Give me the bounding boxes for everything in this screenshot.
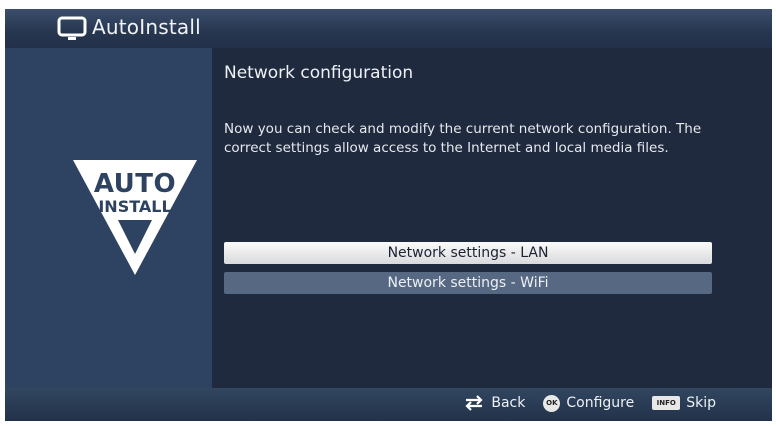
logo-line-2: INSTALL <box>98 197 171 216</box>
back-label[interactable]: Back <box>491 395 525 411</box>
footer-hints: Back OK Configure INFO Skip <box>463 394 716 412</box>
app-title: AutoInstall <box>92 15 201 39</box>
network-settings-wifi-button[interactable]: Network settings - WiFi <box>224 272 712 294</box>
page-title: Network configuration <box>224 63 414 83</box>
ok-button-icon[interactable]: OK <box>543 394 561 412</box>
header-bar: AutoInstall <box>5 9 772 48</box>
configure-label[interactable]: Configure <box>566 395 634 411</box>
left-panel: AUTO INSTALL <box>5 48 212 388</box>
footer-bar: Back OK Configure INFO Skip <box>5 388 772 421</box>
description-text: Now you can check and modify the current… <box>224 121 702 156</box>
info-button-icon[interactable]: INFO <box>652 396 681 410</box>
skip-label[interactable]: Skip <box>686 395 716 411</box>
tv-screen: AutoInstall AUTO INSTALL Network configu… <box>5 9 772 421</box>
back-arrows-icon[interactable] <box>463 394 485 412</box>
network-settings-lan-button[interactable]: Network settings - LAN <box>224 242 712 264</box>
logo-line-1: AUTO <box>94 169 176 199</box>
autoinstall-logo: AUTO INSTALL <box>73 160 197 275</box>
tv-icon <box>57 16 87 40</box>
